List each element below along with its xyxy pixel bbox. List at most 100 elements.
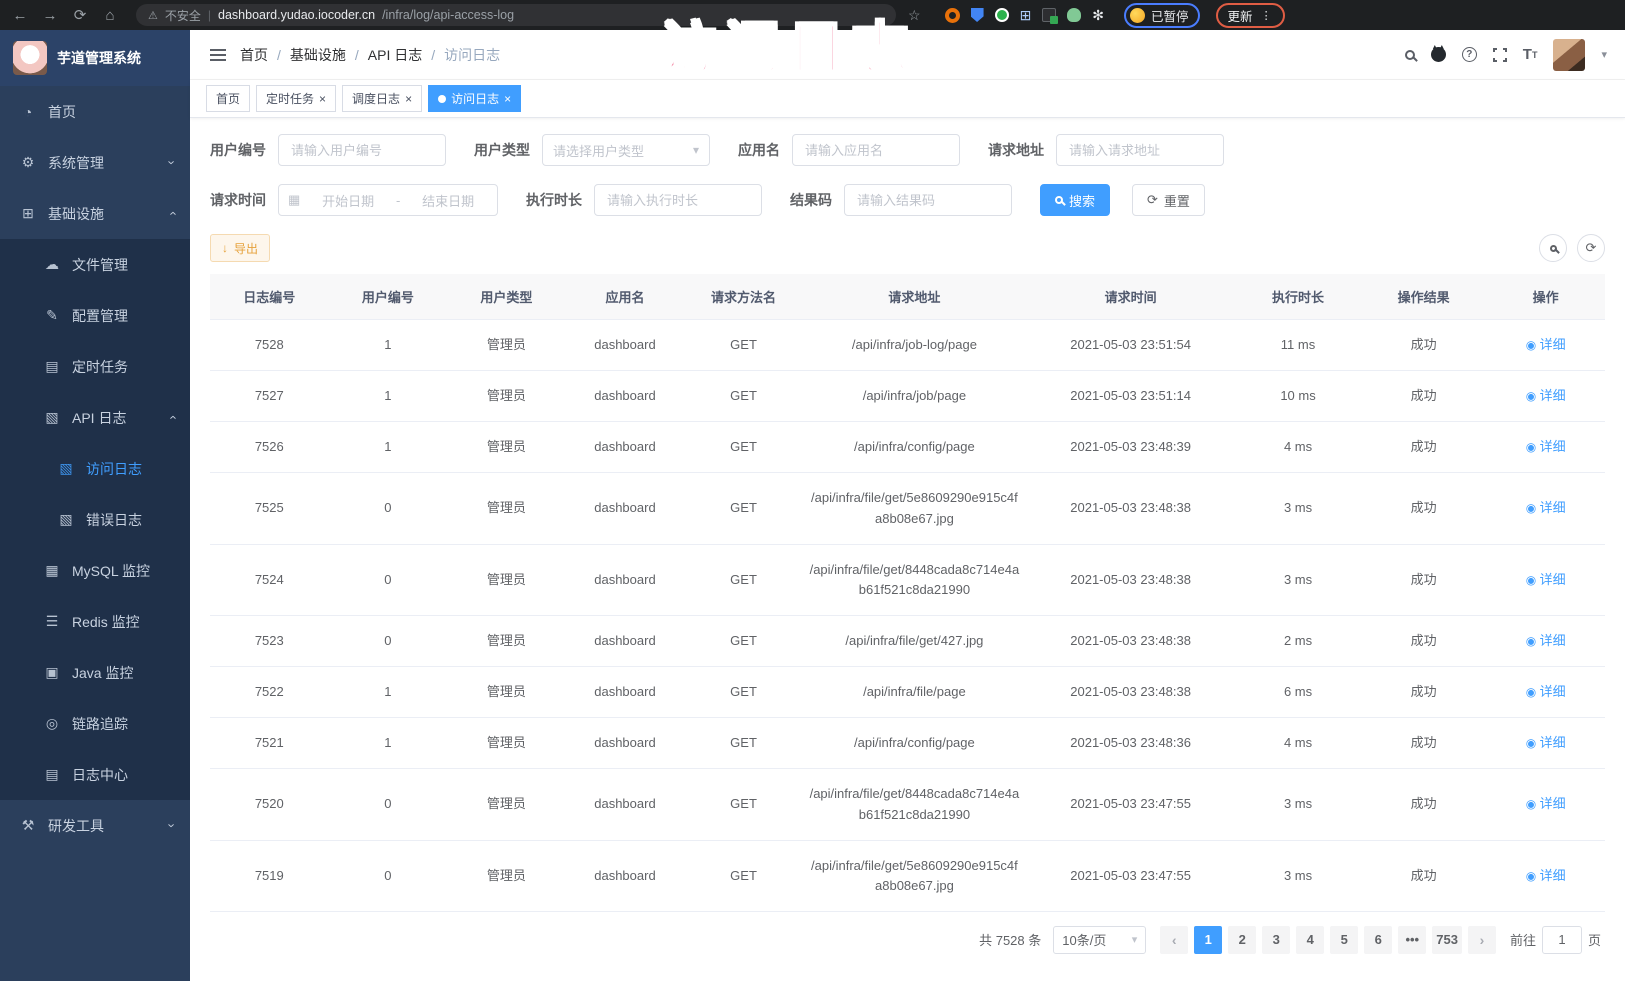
browser-update-button[interactable]: 更新 ⋮ <box>1216 3 1285 28</box>
cell-method: GET <box>684 718 803 769</box>
sidebar-item-scheduled-jobs[interactable]: ▤定时任务 <box>0 341 190 392</box>
detail-link[interactable]: ◉ 详细 <box>1526 868 1566 883</box>
browser-reload-icon[interactable]: ⟳ <box>70 6 90 24</box>
search-button[interactable]: 搜索 <box>1040 184 1110 216</box>
eye-icon: ◉ <box>1526 573 1540 587</box>
detail-link[interactable]: ◉ 详细 <box>1526 796 1566 811</box>
tab-scheduled-jobs[interactable]: 定时任务× <box>256 85 336 112</box>
tab-schedule-log[interactable]: 调度日志 × <box>342 85 422 112</box>
sidebar-item-trace[interactable]: ◎链路追踪 <box>0 698 190 749</box>
sidebar-item-home[interactable]: ◔首页 <box>0 86 190 137</box>
detail-link[interactable]: ◉ 详细 <box>1526 439 1566 454</box>
extension-puzzle-icon[interactable]: ⊞ <box>1020 8 1032 22</box>
sidebar-item-access-log[interactable]: ▧访问日志 <box>0 443 190 494</box>
access-log-table: 日志编号用户编号用户类型应用名请求方法名请求地址请求时间执行时长操作结果操作 7… <box>210 274 1605 912</box>
prev-page-button[interactable]: ‹ <box>1160 926 1188 954</box>
sidebar-item-label: Redis 监控 <box>72 612 140 632</box>
breadcrumb-item[interactable]: API 日志 <box>368 45 422 65</box>
page-button-3[interactable]: 3 <box>1262 926 1290 954</box>
duration-input[interactable] <box>594 184 762 216</box>
extension-green-icon[interactable] <box>995 8 1009 22</box>
eye-icon: ◉ <box>1526 634 1540 648</box>
reset-button[interactable]: ⟳重置 <box>1132 184 1205 216</box>
breadcrumb-item[interactable]: 首页 <box>240 45 268 65</box>
extension-donut-icon[interactable] <box>945 8 960 23</box>
page-button-1[interactable]: 1 <box>1194 926 1222 954</box>
page-button-2[interactable]: 2 <box>1228 926 1256 954</box>
refresh-table-button[interactable]: ⟳ <box>1577 234 1605 262</box>
sidebar-item-config-mgmt[interactable]: ✎配置管理 <box>0 290 190 341</box>
tab-label: 调度日志 <box>352 90 400 107</box>
user-avatar[interactable] <box>1553 39 1585 71</box>
sidebar-item-mysql-monitor[interactable]: ▦MySQL 监控 <box>0 545 190 596</box>
app-logo-header[interactable]: 芋道管理系统 <box>0 30 190 86</box>
close-icon[interactable]: × <box>405 92 412 106</box>
browser-forward-icon[interactable]: → <box>40 7 60 24</box>
eye-icon: ◉ <box>1526 338 1540 352</box>
browser-back-icon[interactable]: ← <box>10 7 30 24</box>
sidebar-item-api-log[interactable]: ▧API 日志› <box>0 392 190 443</box>
goto-page-input[interactable] <box>1542 926 1582 954</box>
user-id-input[interactable] <box>278 134 446 166</box>
cell-user-id: 1 <box>329 320 448 371</box>
page-size-select[interactable]: 10条/页 ▾ <box>1053 926 1146 954</box>
page-button-5[interactable]: 5 <box>1330 926 1358 954</box>
browser-home-icon[interactable]: ⌂ <box>100 7 120 24</box>
cell-result: 成功 <box>1361 473 1487 544</box>
more-pages-button[interactable]: ••• <box>1398 926 1426 954</box>
export-button[interactable]: ↓ 导出 <box>210 234 270 262</box>
help-icon[interactable]: ? <box>1462 47 1477 62</box>
detail-link[interactable]: ◉ 详细 <box>1526 633 1566 648</box>
font-size-icon[interactable]: TT <box>1523 46 1538 63</box>
cell-duration: 3 ms <box>1235 544 1361 615</box>
bookmark-star-icon[interactable]: ☆ <box>908 7 921 24</box>
detail-link[interactable]: ◉ 详细 <box>1526 684 1566 699</box>
cell-result: 成功 <box>1361 544 1487 615</box>
sidebar-item-java-monitor[interactable]: ▣Java 监控 <box>0 647 190 698</box>
avatar-caret-icon[interactable]: ▾ <box>1601 48 1607 61</box>
sidebar-item-error-log[interactable]: ▧错误日志 <box>0 494 190 545</box>
extension-shield-icon[interactable] <box>971 8 984 22</box>
sidebar-item-infrastructure[interactable]: ⊞基础设施› <box>0 188 190 239</box>
extension-pinwheel-icon[interactable]: ✻ <box>1092 8 1104 22</box>
cell-user-id: 0 <box>329 769 448 840</box>
result-code-input[interactable] <box>844 184 1012 216</box>
extension-translate-icon[interactable] <box>1042 8 1056 22</box>
close-icon[interactable]: × <box>319 92 326 106</box>
breadcrumb-item[interactable]: 基础设施 <box>290 45 346 65</box>
extension-person-icon[interactable] <box>1067 8 1081 22</box>
cell-method: GET <box>684 667 803 718</box>
sidebar-item-redis-monitor[interactable]: ☰Redis 监控 <box>0 596 190 647</box>
close-icon[interactable]: × <box>504 92 511 106</box>
detail-link[interactable]: ◉ 详细 <box>1526 500 1566 515</box>
detail-link[interactable]: ◉ 详细 <box>1526 337 1566 352</box>
profile-paused-badge[interactable]: 已暂停 <box>1124 3 1200 28</box>
app-name-input[interactable] <box>792 134 960 166</box>
detail-link[interactable]: ◉ 详细 <box>1526 388 1566 403</box>
sidebar-item-dev-tools[interactable]: ⚒研发工具› <box>0 800 190 851</box>
request-url-input[interactable] <box>1056 134 1224 166</box>
cell-user-id: 0 <box>329 473 448 544</box>
page-button-6[interactable]: 6 <box>1364 926 1392 954</box>
tab-access-log[interactable]: 访问日志× <box>428 85 521 112</box>
page-button-753[interactable]: 753 <box>1432 926 1462 954</box>
address-bar[interactable]: ⚠ 不安全 | dashboard.yudao.iocoder.cn/infra… <box>136 4 896 26</box>
browser-menu-icon[interactable]: ⋮ <box>1261 9 1273 22</box>
sidebar-item-log-center[interactable]: ▤日志中心 <box>0 749 190 800</box>
fullscreen-icon[interactable] <box>1493 48 1507 62</box>
sidebar-item-system-mgmt[interactable]: ⚙系统管理› <box>0 137 190 188</box>
github-icon[interactable] <box>1431 47 1446 62</box>
toggle-search-button[interactable] <box>1539 234 1567 262</box>
detail-link[interactable]: ◉ 详细 <box>1526 572 1566 587</box>
security-label: 不安全 <box>165 7 201 24</box>
hamburger-icon[interactable] <box>210 54 226 56</box>
header-search-icon[interactable] <box>1405 50 1415 60</box>
cell-user-type: 管理员 <box>447 473 566 544</box>
tab-home[interactable]: 首页 <box>206 85 250 112</box>
request-time-range-picker[interactable]: ▦开始日期-结束日期 <box>278 184 498 216</box>
user-type-select[interactable]: 请选择用户类型▾ <box>542 134 710 166</box>
next-page-button[interactable]: › <box>1468 926 1496 954</box>
sidebar-item-file-mgmt[interactable]: ☁文件管理 <box>0 239 190 290</box>
page-button-4[interactable]: 4 <box>1296 926 1324 954</box>
detail-link[interactable]: ◉ 详细 <box>1526 735 1566 750</box>
